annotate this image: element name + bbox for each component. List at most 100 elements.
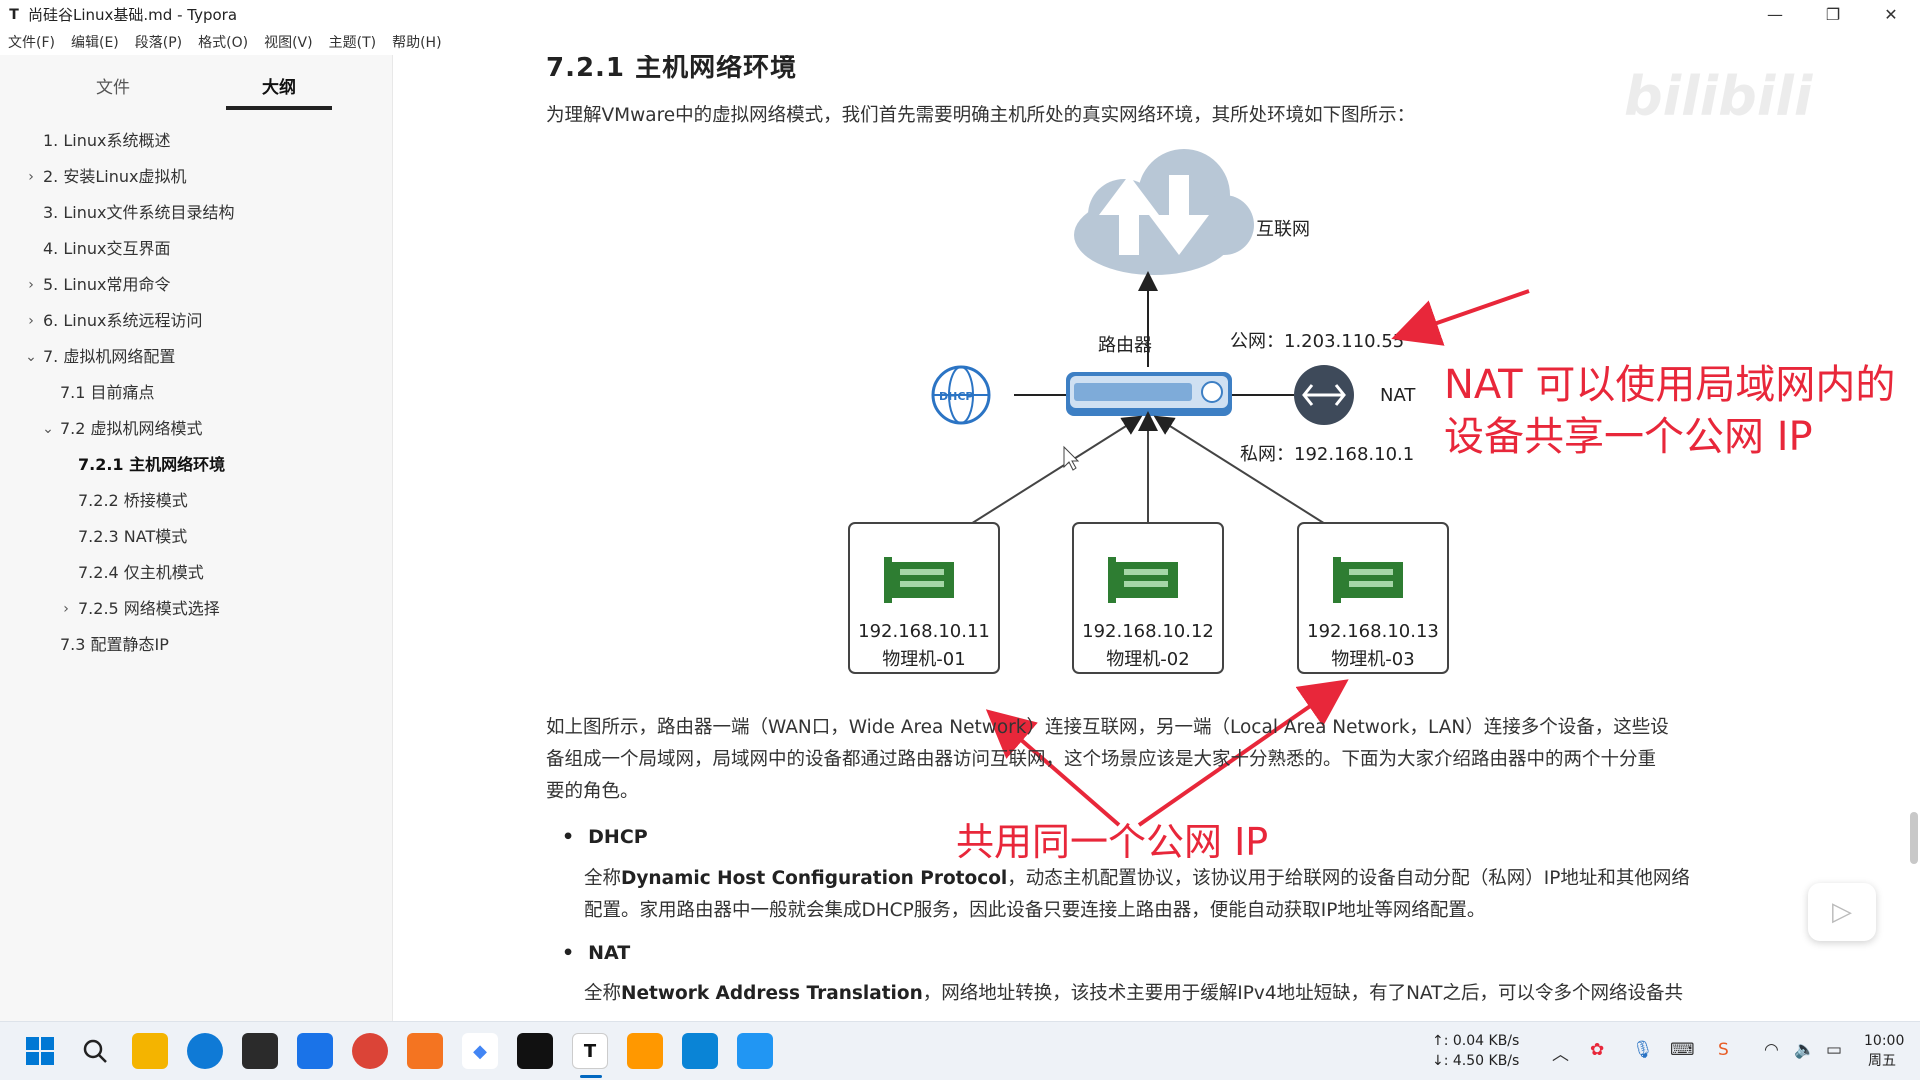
- sidebar: 文件 大纲 1. Linux系统概述 › 2. 安装Linux虚拟机 3. Lin…: [0, 55, 393, 1021]
- network-download-speed: ↓: 4.50 KB/s: [1432, 1053, 1520, 1069]
- explanation-line: 要的角色。: [546, 781, 639, 802]
- paint-app-icon[interactable]: [737, 1033, 773, 1069]
- outline-item[interactable]: 7.3 配置静态IP: [0, 627, 393, 663]
- outline-item-label: 7. 虚拟机网络配置: [43, 347, 176, 366]
- menu-help[interactable]: 帮助(H): [392, 32, 441, 52]
- outline-item-label: 2. 安装Linux虚拟机: [43, 167, 187, 186]
- tab-files[interactable]: 文件: [60, 73, 166, 98]
- vmware-icon[interactable]: [682, 1033, 718, 1069]
- chevron-right-icon[interactable]: ›: [24, 267, 38, 303]
- outline-item-label: 6. Linux系统远程访问: [43, 311, 203, 330]
- typora-taskbar-icon[interactable]: T: [572, 1033, 608, 1069]
- windows-start-icon[interactable]: [22, 1033, 58, 1069]
- window-controls: — ❐ ✕: [1746, 0, 1920, 29]
- nat-label: NAT: [1380, 385, 1416, 406]
- chevron-up-icon[interactable]: ︿: [1552, 1040, 1569, 1065]
- tray-app-icon[interactable]: ✿: [1590, 1040, 1604, 1060]
- public-ip-label: 公网：1.203.110.55: [1230, 331, 1404, 352]
- network-card-icon: [1333, 557, 1403, 603]
- nat-annotation-line2: 设备共享一个公网 IP: [1444, 414, 1813, 460]
- microphone-icon[interactable]: 🎙: [1632, 1040, 1654, 1060]
- typora-app-icon: T: [9, 6, 19, 23]
- title-bar: T 尚硅谷Linux基础.md - Typora — ❐ ✕: [0, 0, 1920, 29]
- machine-01-name: 物理机-01: [882, 649, 965, 670]
- outline-item[interactable]: 1. Linux系统概述: [0, 123, 393, 159]
- machine-02-name: 物理机-02: [1106, 649, 1189, 670]
- outline-item-active[interactable]: 7.2.1 主机网络环境: [0, 447, 393, 483]
- floating-play-button[interactable]: ▷: [1808, 883, 1876, 941]
- dhcp-prefix: 全称: [584, 868, 622, 889]
- menu-file[interactable]: 文件(F): [8, 32, 55, 52]
- network-upload-speed: ↑: 0.04 KB/s: [1432, 1033, 1520, 1049]
- wifi-icon[interactable]: ◠: [1764, 1040, 1779, 1060]
- edge-browser-icon[interactable]: [187, 1033, 223, 1069]
- outline-item[interactable]: ⌄ 7.2 虚拟机网络模式: [0, 411, 393, 447]
- menu-bar: 文件(F) 编辑(E) 段落(P) 格式(O) 视图(V) 主题(T) 帮助(H…: [0, 29, 1920, 55]
- outline-item-label: 7.2 虚拟机网络模式: [60, 419, 203, 438]
- outline-item-label: 1. Linux系统概述: [43, 131, 171, 150]
- maximize-button[interactable]: ❐: [1804, 0, 1862, 29]
- nat-prefix: 全称: [584, 983, 622, 1004]
- router-label: 路由器: [1098, 335, 1152, 356]
- close-button[interactable]: ✕: [1862, 0, 1920, 29]
- sublime-text-icon[interactable]: [627, 1033, 663, 1069]
- chrome-icon[interactable]: [352, 1033, 388, 1069]
- input-method-icon[interactable]: ⌨: [1670, 1040, 1695, 1060]
- outline-item[interactable]: ⌄ 7. 虚拟机网络配置: [0, 339, 393, 375]
- terminal-icon[interactable]: [242, 1033, 278, 1069]
- outline-item[interactable]: 4. Linux交互界面: [0, 231, 393, 267]
- outline-item[interactable]: › 5. Linux常用命令: [0, 267, 393, 303]
- minimize-button[interactable]: —: [1746, 0, 1804, 29]
- store-icon[interactable]: [297, 1033, 333, 1069]
- outline-item[interactable]: 7.2.2 桥接模式: [0, 483, 393, 519]
- menu-paragraph[interactable]: 段落(P): [135, 32, 182, 52]
- jetbrains-icon[interactable]: [517, 1033, 553, 1069]
- outline-item[interactable]: › 6. Linux系统远程访问: [0, 303, 393, 339]
- chevron-right-icon[interactable]: ›: [24, 159, 38, 195]
- clock-time[interactable]: 10:00: [1864, 1032, 1904, 1050]
- outline-item[interactable]: 7.2.4 仅主机模式: [0, 555, 393, 591]
- sogou-input-icon[interactable]: S: [1718, 1040, 1729, 1060]
- vertical-scrollbar-thumb[interactable]: [1910, 812, 1918, 864]
- chevron-down-icon[interactable]: ⌄: [24, 339, 38, 375]
- annotation-arrow-public-ip: [1391, 289, 1530, 346]
- window-title: 尚硅谷Linux基础.md - Typora: [28, 6, 238, 24]
- tab-outline[interactable]: 大纲: [226, 73, 332, 98]
- menu-format[interactable]: 格式(O): [198, 32, 248, 52]
- machine-01-link: [965, 415, 1143, 528]
- outline-item[interactable]: 7.1 目前痛点: [0, 375, 393, 411]
- colorful-app-icon[interactable]: ◆: [462, 1033, 498, 1069]
- machine-02-ip: 192.168.10.12: [1082, 621, 1214, 642]
- ubuntu-icon[interactable]: [407, 1033, 443, 1069]
- battery-icon[interactable]: ▭: [1826, 1040, 1842, 1060]
- editor-pane[interactable]: bilibili 7.2.1 主机网络环境 为理解VMware中的虚拟网络模式，…: [394, 55, 1920, 1021]
- mouse-cursor-icon: [1063, 445, 1080, 471]
- nat-bullet-title: NAT: [562, 942, 630, 964]
- outline-item-label: 7.2.4 仅主机模式: [78, 563, 204, 582]
- outline-item[interactable]: 3. Linux文件系统目录结构: [0, 195, 393, 231]
- menu-theme[interactable]: 主题(T): [329, 32, 376, 52]
- outline-item-label: 7.2.5 网络模式选择: [78, 599, 220, 618]
- outline-item[interactable]: 7.2.3 NAT模式: [0, 519, 393, 555]
- outline-item-label: 7.2.2 桥接模式: [78, 491, 188, 510]
- outline-item-label: 3. Linux文件系统目录结构: [43, 203, 235, 222]
- menu-edit[interactable]: 编辑(E): [71, 32, 119, 52]
- outline-item[interactable]: › 2. 安装Linux虚拟机: [0, 159, 393, 195]
- router-icon: [1066, 372, 1232, 416]
- outline-item-label: 7.2.1 主机网络环境: [78, 455, 226, 474]
- file-explorer-icon[interactable]: [132, 1033, 168, 1069]
- volume-icon[interactable]: 🔈: [1794, 1040, 1815, 1060]
- machine-03-name: 物理机-03: [1331, 649, 1414, 670]
- search-icon[interactable]: [77, 1033, 113, 1069]
- explanation-line: 如上图所示，路由器一端（WAN口，Wide Area Network）连接互联网…: [546, 717, 1669, 738]
- chevron-right-icon[interactable]: ›: [59, 591, 73, 627]
- internet-label: 互联网: [1256, 219, 1310, 240]
- dhcp-icon-label: DHCP: [939, 390, 973, 403]
- menu-view[interactable]: 视图(V): [264, 32, 313, 52]
- chevron-down-icon[interactable]: ⌄: [41, 411, 55, 447]
- internet-cloud-icon: [1074, 149, 1254, 275]
- play-icon: ▷: [1832, 897, 1852, 927]
- outline-item[interactable]: › 7.2.5 网络模式选择: [0, 591, 393, 627]
- chevron-right-icon[interactable]: ›: [24, 303, 38, 339]
- explanation-paragraph: 如上图所示，路由器一端（WAN口，Wide Area Network）连接互联网…: [546, 712, 1669, 808]
